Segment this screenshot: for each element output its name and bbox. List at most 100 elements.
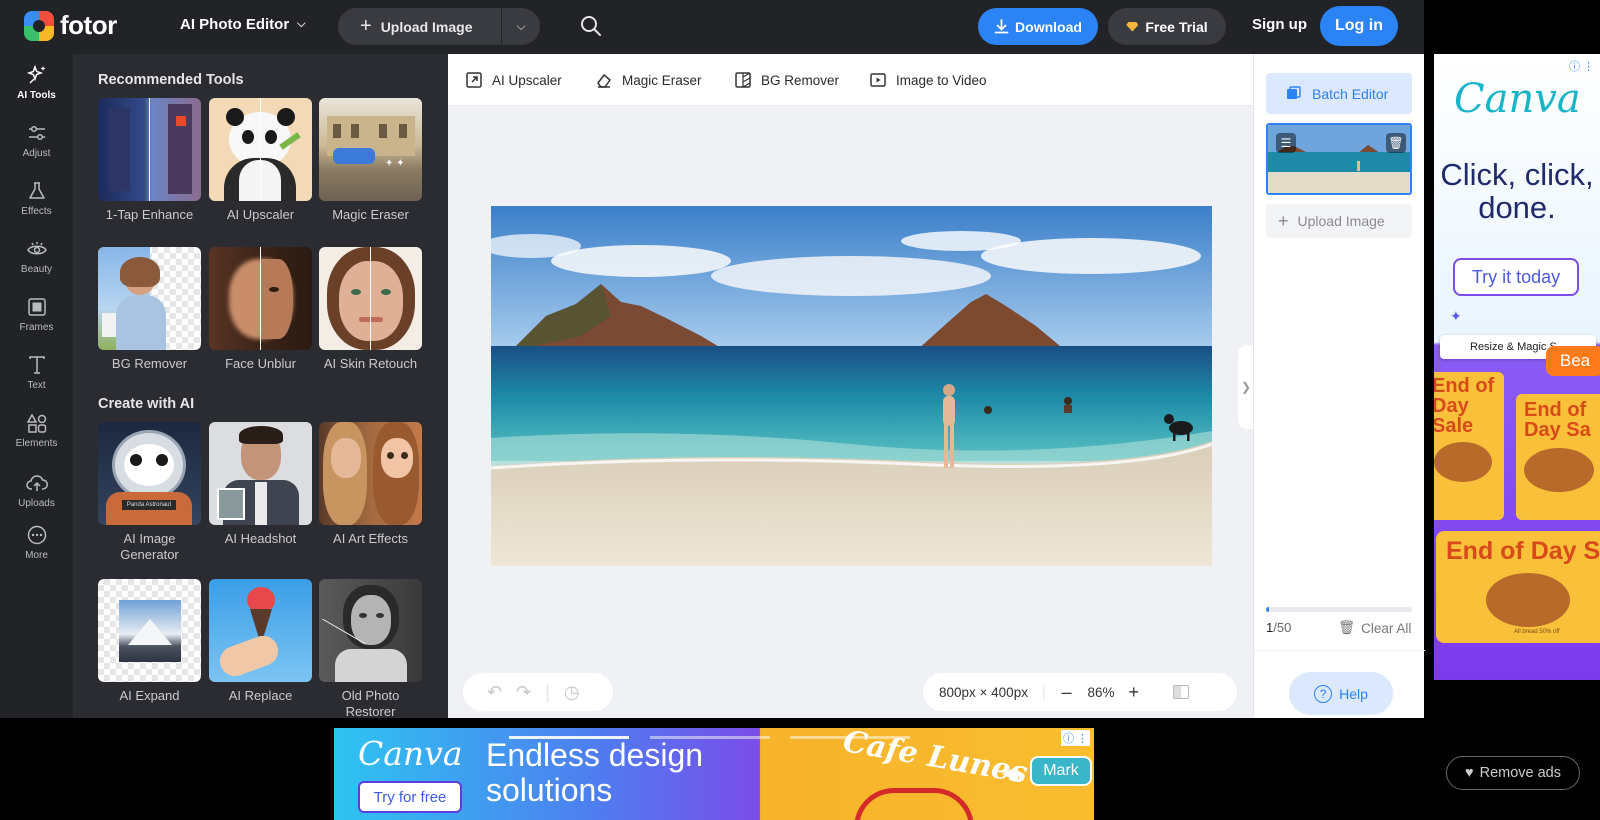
upload-image-button[interactable]: + Upload Image xyxy=(338,8,502,45)
batch-count: 1/50 xyxy=(1266,620,1292,635)
rail-item-ai-tools[interactable]: AI Tools xyxy=(0,56,73,108)
remove-ads-button[interactable]: ♥ Remove ads xyxy=(1446,756,1580,790)
ad-sale-text: End of Day Sale xyxy=(1434,375,1495,437)
toolbar-magic-eraser[interactable]: Magic Eraser xyxy=(595,71,702,89)
search-icon[interactable] xyxy=(580,15,602,37)
tool-ai-skin-retouch[interactable]: AI Skin Retouch xyxy=(319,247,422,372)
rail-item-more[interactable]: More xyxy=(0,516,73,568)
toolbar-image-to-video[interactable]: Image to Video xyxy=(869,71,987,89)
sliders-icon xyxy=(28,125,45,140)
help-label: Help xyxy=(1339,685,1368,702)
batch-editor-button[interactable]: Batch Editor xyxy=(1266,73,1412,114)
logo-text: fotor xyxy=(60,10,117,40)
rail-item-beauty[interactable]: Beauty xyxy=(0,230,73,282)
rail-item-adjust[interactable]: Adjust xyxy=(0,114,73,166)
toolbar-ai-upscaler[interactable]: AI Upscaler xyxy=(465,71,562,89)
rail-item-effects[interactable]: Effects xyxy=(0,172,73,224)
ad-brand: Canva xyxy=(1454,76,1581,122)
sparkle-icon: ✦ ✦ xyxy=(385,158,405,169)
zoom-level: 86% xyxy=(1087,684,1115,700)
quick-tools-toolbar: AI Upscaler Magic Eraser BG Remover Imag… xyxy=(448,54,1253,106)
rail-label: Uploads xyxy=(18,497,55,509)
toolbar-bg-remover[interactable]: BG Remover xyxy=(734,71,839,89)
ai-photo-editor-menu[interactable]: AI Photo Editor ⌵ xyxy=(180,16,306,33)
bottom-advertisement[interactable]: Canva Endless design solutions Try for f… xyxy=(334,728,1094,820)
chevron-down-icon: ⌵ xyxy=(516,19,526,33)
trash-icon[interactable]: 🗑 xyxy=(1386,133,1406,153)
batch-upload-image-button[interactable]: + Upload Image xyxy=(1266,204,1412,238)
upscale-icon xyxy=(466,72,482,88)
chevron-down-icon: ⌵ xyxy=(297,18,306,30)
rail-item-uploads[interactable]: Uploads xyxy=(0,464,73,516)
toolbar-label: Image to Video xyxy=(896,72,987,88)
rail-label: Frames xyxy=(19,321,54,333)
free-trial-label: Free Trial xyxy=(1145,18,1208,35)
layers-icon xyxy=(1287,85,1301,99)
rail-item-text[interactable]: Text xyxy=(0,346,73,398)
tool-thumbnail: ✦ ✦ xyxy=(319,98,422,201)
zoom-in-icon[interactable]: + xyxy=(1129,682,1140,703)
ad-cta-button[interactable]: Try for free xyxy=(358,781,462,813)
rail-item-elements[interactable]: Elements xyxy=(0,404,73,456)
pastry-image xyxy=(1486,573,1570,627)
zoom-controls: 800px × 400px | – 86% + xyxy=(923,673,1237,711)
history-icon[interactable]: ◷ xyxy=(564,682,580,703)
create-with-ai-heading: Create with AI xyxy=(98,396,195,412)
layers-icon: ☰ xyxy=(1276,133,1296,153)
tool-face-unblur[interactable]: Face Unblur xyxy=(209,247,312,372)
tool-magic-eraser[interactable]: ✦ ✦ Magic Eraser xyxy=(319,98,422,223)
video-icon xyxy=(870,73,886,87)
sparkle-icon xyxy=(26,64,45,84)
ad-info-icon[interactable]: ⓘ ⋮ xyxy=(1569,58,1594,74)
batch-editor-label: Batch Editor xyxy=(1312,85,1389,102)
rail-item-frames[interactable]: Frames xyxy=(0,288,73,340)
beach-photo xyxy=(491,206,1212,566)
redo-icon[interactable]: ↷ xyxy=(516,682,531,703)
divider xyxy=(1254,650,1425,651)
tool-label: AI Image Generator xyxy=(120,531,179,562)
canvas-image[interactable] xyxy=(491,206,1212,566)
chevron-right-icon: ❯ xyxy=(1240,380,1252,394)
tool-old-photo-restorer[interactable]: Old Photo Restorer xyxy=(319,579,422,718)
pastry-image xyxy=(1434,442,1492,482)
right-advertisement[interactable]: ⓘ ⋮ Canva Click, click, done. Try it tod… xyxy=(1434,54,1600,680)
tool-ai-replace[interactable]: AI Replace xyxy=(209,579,312,704)
compare-icon[interactable] xyxy=(1173,685,1190,699)
ad-product-card: End of Day Sale xyxy=(1434,372,1504,520)
tool-1-tap-enhance[interactable]: 1-Tap Enhance xyxy=(98,98,201,223)
help-button[interactable]: ? Help xyxy=(1289,672,1393,715)
tool-ai-upscaler[interactable]: AI Upscaler xyxy=(209,98,312,223)
tool-ai-image-generator[interactable]: Panda Astronaut AI Image Generator xyxy=(98,422,201,563)
astronaut-badge: Panda Astronaut xyxy=(122,500,176,510)
expand-right-panel-button[interactable]: ❯ xyxy=(1238,345,1254,429)
free-trial-button[interactable]: Free Trial xyxy=(1108,8,1226,45)
ad-cta-button[interactable]: Try it today xyxy=(1453,258,1579,296)
editor-menu-label: AI Photo Editor xyxy=(180,16,290,33)
clear-all-button[interactable]: 🗑 Clear All xyxy=(1338,620,1411,636)
rail-label: Text xyxy=(27,379,46,391)
sign-up-button[interactable]: Sign up xyxy=(1252,16,1307,33)
tool-thumbnail xyxy=(209,422,312,525)
tool-bg-remover[interactable]: BG Remover xyxy=(98,247,201,372)
ad-logo-shape xyxy=(854,788,974,820)
download-button[interactable]: Download xyxy=(978,8,1098,45)
tool-ai-art-effects[interactable]: AI Art Effects xyxy=(319,422,422,547)
left-icon-rail: AI Tools Adjust Effects Beauty Frames Te… xyxy=(0,54,73,718)
remove-ads-label: Remove ads xyxy=(1479,765,1561,781)
tool-label: Face Unblur xyxy=(225,356,296,371)
tool-ai-headshot[interactable]: AI Headshot xyxy=(209,422,312,547)
undo-icon[interactable]: ↶ xyxy=(487,682,502,703)
tool-thumbnail xyxy=(209,247,312,350)
log-in-button[interactable]: Log in xyxy=(1320,6,1398,46)
tool-ai-expand[interactable]: AI Expand xyxy=(98,579,201,704)
flask-icon xyxy=(28,181,45,199)
diamond-icon xyxy=(1126,21,1139,32)
fotor-logo[interactable]: fotor xyxy=(24,10,117,41)
toolbar-label: Magic Eraser xyxy=(622,72,702,88)
rail-label: Beauty xyxy=(20,263,53,275)
zoom-out-icon[interactable]: – xyxy=(1061,682,1071,703)
ad-info-icon[interactable]: ⓘ ⋮ xyxy=(1060,730,1090,746)
batch-image-thumbnail[interactable]: ☰ 🗑 xyxy=(1266,123,1412,195)
upload-dropdown-button[interactable]: ⌵ xyxy=(502,19,540,34)
shapes-icon xyxy=(26,412,46,433)
